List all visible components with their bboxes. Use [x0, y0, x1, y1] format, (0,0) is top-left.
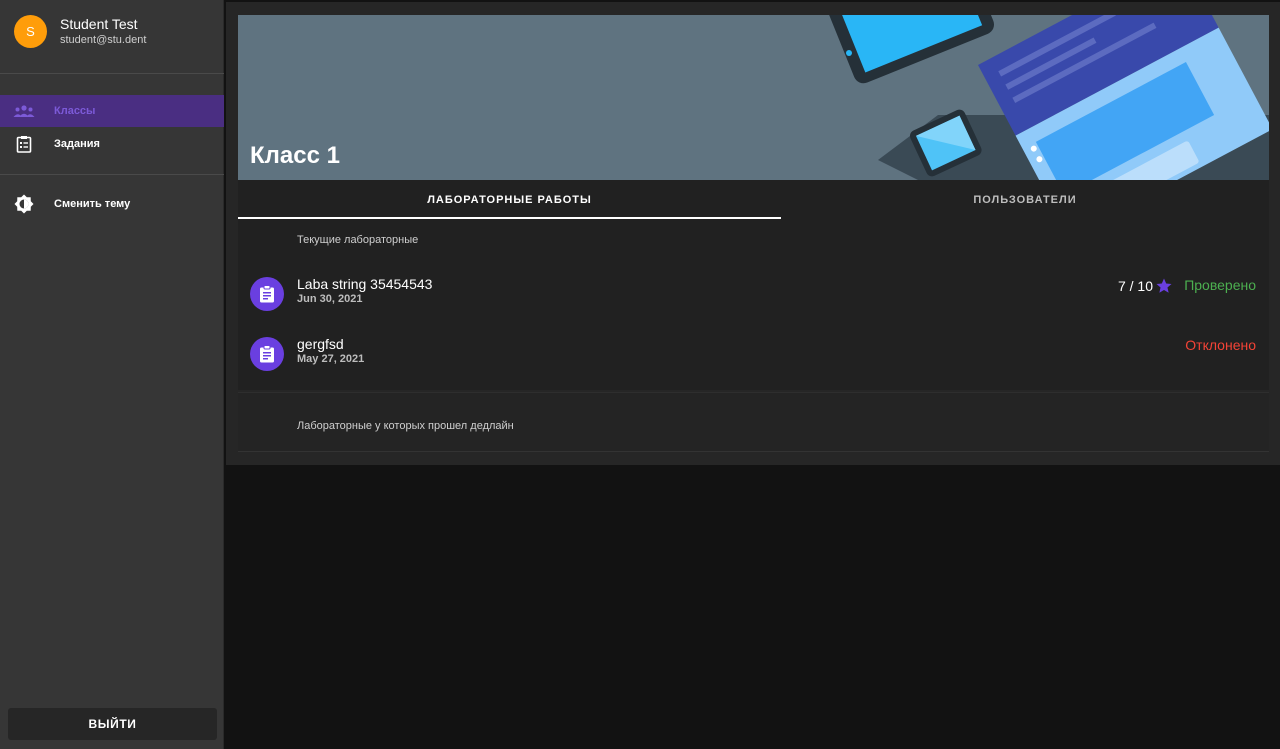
sidebar-item-label: Задания [54, 138, 100, 150]
user-name: Student Test [60, 16, 138, 32]
user-email: student@stu.dent [60, 34, 147, 46]
avatar[interactable]: S [14, 15, 47, 48]
assignment-icon [250, 277, 284, 311]
logout-button[interactable]: ВЫЙТИ [8, 708, 217, 740]
groups-icon [0, 104, 54, 118]
assignment-icon [250, 337, 284, 371]
theme-toggle[interactable]: Сменить тему [0, 188, 224, 220]
tab-users[interactable]: ПОЛЬЗОВАТЕЛИ [781, 180, 1269, 220]
lab-date: Jun 30, 2021 [297, 293, 363, 305]
class-banner: Класс 1 [238, 15, 1269, 180]
sidebar-divider [0, 174, 224, 175]
lab-item[interactable]: Laba string 35454543 Jun 30, 2021 7 / 10… [238, 271, 1269, 321]
sidebar-item-tasks[interactable]: Задания [0, 128, 224, 160]
sidebar-item-label: Сменить тему [54, 198, 131, 210]
past-labs-header: Лабораторные у которых прошел дедлайн [297, 420, 514, 432]
class-title: Класс 1 [250, 142, 340, 169]
current-labs-header: Текущие лабораторные [297, 234, 419, 246]
class-tabs: ЛАБОРАТОРНЫЕ РАБОТЫ ПОЛЬЗОВАТЕЛИ [238, 180, 1269, 220]
section-divider [238, 451, 1269, 452]
lab-item[interactable]: gergfsd May 27, 2021 Отклонено [238, 331, 1269, 381]
star-icon [1156, 278, 1172, 293]
status-badge: Отклонено [1185, 337, 1256, 353]
lab-score: 7 / 10 [1118, 277, 1173, 295]
banner-illustration: Класс 1 [250, 15, 1269, 180]
status-badge: Проверено [1184, 277, 1256, 293]
assignment-icon [0, 135, 54, 153]
sidebar: S Student Test student@stu.dent Классы З… [0, 0, 224, 749]
tab-labs[interactable]: ЛАБОРАТОРНЫЕ РАБОТЫ [238, 180, 781, 220]
sidebar-item-classes[interactable]: Классы [0, 95, 224, 127]
user-profile: S Student Test student@stu.dent [0, 0, 224, 74]
sidebar-item-label: Классы [54, 105, 96, 117]
lab-name: gergfsd [297, 336, 344, 352]
score-value: 7 / 10 [1117, 278, 1153, 294]
brightness-icon [0, 194, 54, 214]
lab-date: May 27, 2021 [297, 353, 365, 365]
lab-name: Laba string 35454543 [297, 276, 433, 292]
